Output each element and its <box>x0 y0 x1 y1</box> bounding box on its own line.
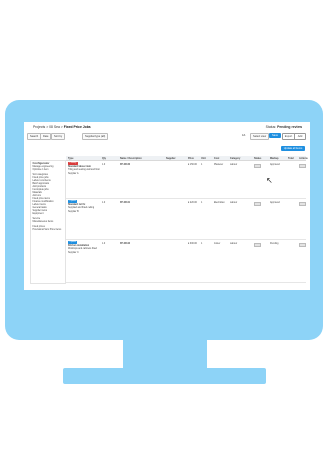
column-header: Cost <box>214 156 220 160</box>
item-status: Approved <box>270 202 280 204</box>
item-cost: Joiner <box>214 243 221 245</box>
status-toggle[interactable] <box>254 243 261 248</box>
status-value: Pending review <box>277 125 302 129</box>
item-supplier: Supplier C <box>68 252 79 254</box>
monitor-base <box>63 368 266 384</box>
item-category: Labour <box>230 202 238 204</box>
item-category: Labour <box>230 243 238 245</box>
sidebar-item[interactable]: Equipment <box>33 213 44 216</box>
add-button[interactable]: Add <box>294 133 306 140</box>
type-tag: Option <box>68 241 78 244</box>
type-tag: Option <box>68 200 78 203</box>
item-supplier: Supplier B <box>68 211 79 213</box>
item-qty[interactable]: 1.0 <box>102 202 105 205</box>
status-label: Status: <box>265 125 277 129</box>
item-cost: Electrician <box>214 202 225 204</box>
sidebar-item[interactable]: Optimise 1 item <box>33 169 49 172</box>
item-code: FP-00141 <box>120 202 131 204</box>
item-price: £ 150.00 <box>188 164 197 166</box>
sidebar-item[interactable]: Miscellaneous Items <box>33 221 54 224</box>
mouse-pointer-icon: ↖ <box>266 176 273 185</box>
item-status: Pending <box>270 243 279 245</box>
update-all-button[interactable]: Update all items <box>281 146 305 151</box>
view-select[interactable]: Select view <box>250 133 270 140</box>
sort-chip[interactable]: Sort by <box>51 133 66 140</box>
column-header: Actions <box>299 156 308 160</box>
column-header: Price <box>188 156 194 160</box>
breadcrumb-prefix[interactable]: Projects > 08 Sea > <box>33 125 63 129</box>
item-status: Approved <box>270 164 280 166</box>
row-action-button[interactable] <box>299 243 306 248</box>
item-desc: Supplied and fitted ceiling <box>68 207 95 209</box>
status-toggle[interactable] <box>254 202 261 207</box>
column-header: Category <box>230 156 241 160</box>
item-code: FP-00140 <box>120 164 131 166</box>
status-toggle[interactable] <box>254 164 261 169</box>
status-display: Status: Pending review <box>265 125 302 129</box>
item-unit: 1 <box>201 164 203 166</box>
column-header: Qty <box>102 156 106 160</box>
item-qty[interactable]: 1.0 <box>102 243 105 246</box>
table-row[interactable]: Option Kitchen installation Worktops and… <box>66 240 306 283</box>
item-unit: 1 <box>201 202 203 204</box>
item-desc: Worktops and cabinets fitted <box>68 248 97 250</box>
item-price: £ 300.00 <box>188 243 197 245</box>
breadcrumb: Projects > 08 Sea > Fixed Price Jobs <box>33 125 91 129</box>
page-title: Fixed Price Jobs <box>63 125 91 129</box>
column-header: Total <box>288 156 294 160</box>
item-price: £ 220.00 <box>188 202 197 204</box>
item-supplier: Supplier A <box>68 173 79 175</box>
item-unit: 1 <box>201 243 203 245</box>
column-header: Markup <box>270 156 279 160</box>
column-header: Type <box>68 156 74 160</box>
sidebar: Configurator Manage engineering Optimise… <box>30 160 66 284</box>
monitor-neck <box>123 340 207 370</box>
table-row[interactable]: Option Standard 1st fix Supplied and fit… <box>66 199 306 240</box>
item-category: Labour <box>230 164 238 166</box>
date-filter[interactable]: Date <box>40 133 52 140</box>
sidebar-title: Configurator <box>32 161 50 165</box>
column-header: Status <box>254 156 262 160</box>
column-header: Supplier <box>166 156 176 160</box>
column-header: Name / Description <box>120 156 142 160</box>
sidebar-item[interactable]: Provisional Sum Price Items <box>33 229 62 232</box>
type-tag: Priority <box>68 162 78 165</box>
item-desc: Tiling and sealing wall and floor <box>68 169 100 171</box>
monitor-screen: Projects > 08 Sea > Fixed Price Jobs Sta… <box>24 122 310 290</box>
save-button[interactable]: Save <box>269 133 281 138</box>
row-action-button[interactable] <box>299 164 306 169</box>
row-action-button[interactable] <box>299 202 306 207</box>
supplier-filter[interactable]: Supplier/type (all) <box>82 133 109 140</box>
item-cost: Plasterer <box>214 164 224 166</box>
column-header: Unit <box>201 156 206 160</box>
item-code: FP-00142 <box>120 243 131 245</box>
item-qty[interactable]: 1.0 <box>102 164 105 167</box>
count-label: 1/1 <box>242 134 246 137</box>
